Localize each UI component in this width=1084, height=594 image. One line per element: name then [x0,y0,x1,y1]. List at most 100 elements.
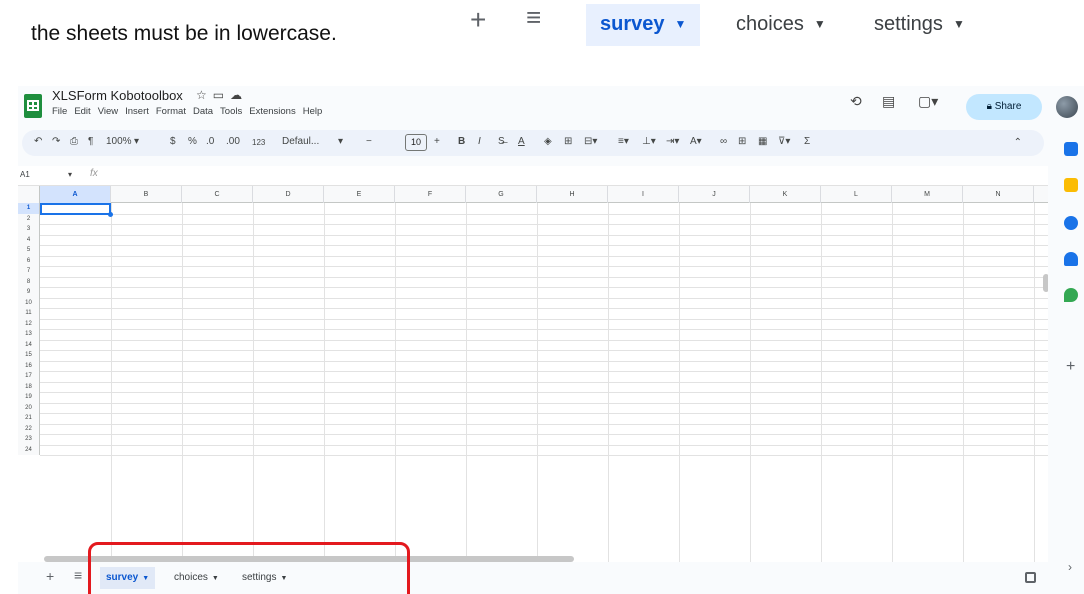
chevron-down-icon[interactable]: ▾ [338,136,343,147]
print-icon[interactable]: ⎙ [70,136,78,147]
italic-button[interactable]: I [478,136,481,147]
row-header-24[interactable]: 24 [18,444,40,455]
plus-icon[interactable]: + [470,4,486,36]
menu-file[interactable]: File [52,106,67,117]
avatar[interactable] [1056,96,1078,118]
column-header-f[interactable]: F [395,186,466,203]
column-header-k[interactable]: K [750,186,821,203]
all-sheets-icon[interactable]: ≡ [74,567,82,583]
row-header-12[interactable]: 12 [18,318,40,329]
percent-format-button[interactable]: % [188,136,197,147]
column-header-n[interactable]: N [963,186,1034,203]
decrease-decimal-button[interactable]: .0 [206,136,214,147]
spreadsheet-grid[interactable]: ABCDEFGHIJKLMN 1 2 3 4 5 6 7 8 9 10 11 12 13 14 15 16 17… [18,186,1048,562]
row-header-8[interactable]: 8 [18,276,40,287]
currency-format-button[interactable]: $ [170,136,176,147]
menu-help[interactable]: Help [303,106,323,117]
vertical-align-icon[interactable]: ⊥▾ [642,136,656,147]
text-color-icon[interactable]: A [518,136,525,147]
bold-button[interactable]: B [458,136,465,147]
row-header-5[interactable]: 5 [18,245,40,256]
collapse-toolbar-icon[interactable]: ⌃ [1014,137,1022,148]
folder-icon[interactable]: ▭ [213,88,230,102]
menu-view[interactable]: View [98,106,118,117]
history-icon[interactable]: ⟲ [850,93,862,110]
row-header-16[interactable]: 16 [18,360,40,371]
menu-tools[interactable]: Tools [220,106,242,117]
row-header-1[interactable]: 1 [18,203,40,214]
menu-insert[interactable]: Insert [125,106,149,117]
chevron-down-icon[interactable]: ▾ [68,170,72,179]
cloud-icon[interactable]: ☁ [230,88,248,102]
minus-icon[interactable]: − [366,136,372,147]
row-header-17[interactable]: 17 [18,371,40,382]
fill-color-icon[interactable]: ◈ [544,136,552,147]
paint-format-icon[interactable]: ¶ [88,136,93,147]
document-title[interactable]: XLSForm Kobotoolbox [52,88,183,103]
font-size-input[interactable]: 10 [405,134,427,151]
row-header-6[interactable]: 6 [18,255,40,266]
vertical-scrollbar[interactable] [1043,274,1048,292]
tasks-icon[interactable] [1064,216,1078,230]
undo-icon[interactable]: ↶ [34,136,42,147]
name-box[interactable]: A1 [20,170,30,179]
meet-icon[interactable]: ▢▾ [918,93,938,110]
add-sheet-icon[interactable]: + [46,568,54,584]
number-format-button[interactable]: 123 [252,138,265,147]
calendar-icon[interactable] [1064,142,1078,156]
column-header-d[interactable]: D [253,186,324,203]
align-left-icon[interactable]: ≡▾ [618,136,629,147]
zoom-select[interactable]: 100% [106,136,132,147]
column-header-a[interactable]: A [40,186,111,203]
chevron-right-icon[interactable]: › [1068,560,1072,574]
row-header-4[interactable]: 4 [18,234,40,245]
menu-edit[interactable]: Edit [74,106,90,117]
row-header-15[interactable]: 15 [18,350,40,361]
filter-icon[interactable]: ⊽▾ [778,136,790,147]
row-header-13[interactable]: 13 [18,329,40,340]
column-header-c[interactable]: C [182,186,253,203]
strikethrough-icon[interactable]: S̶ [498,136,505,147]
column-header-i[interactable]: I [608,186,679,203]
add-ons-plus-icon[interactable]: + [1066,358,1075,376]
increase-decimal-button[interactable]: .00 [226,136,240,147]
column-header-e[interactable]: E [324,186,395,203]
keep-icon[interactable] [1064,178,1078,192]
text-wrap-icon[interactable]: ⇥▾ [666,136,679,147]
select-all-corner[interactable] [18,186,40,203]
row-header-14[interactable]: 14 [18,339,40,350]
explore-icon[interactable] [1025,572,1036,583]
contacts-icon[interactable] [1064,252,1078,266]
menu-format[interactable]: Format [156,106,186,117]
chevron-down-icon[interactable]: ▾ [134,136,139,147]
column-header-m[interactable]: M [892,186,963,203]
functions-icon[interactable]: Σ [804,136,810,147]
sheets-logo-icon[interactable] [24,94,42,118]
row-header-3[interactable]: 3 [18,224,40,235]
star-icon[interactable]: ☆ [196,88,213,102]
menu-data[interactable]: Data [193,106,213,117]
menu-extensions[interactable]: Extensions [249,106,295,117]
chart-icon[interactable]: ▦ [758,136,767,147]
text-rotation-icon[interactable]: A▾ [690,136,702,147]
redo-icon[interactable]: ↷ [52,136,60,147]
row-header-7[interactable]: 7 [18,266,40,277]
row-header-9[interactable]: 9 [18,287,40,298]
row-header-19[interactable]: 19 [18,392,40,403]
column-header-l[interactable]: L [821,186,892,203]
row-header-22[interactable]: 22 [18,423,40,434]
comments-icon[interactable]: ▤ [882,93,895,110]
maps-icon[interactable] [1064,288,1078,302]
menu-icon[interactable]: ≡ [526,2,541,33]
link-icon[interactable]: ∞ [720,136,727,147]
column-header-h[interactable]: H [537,186,608,203]
font-family-select[interactable]: Defaul... [282,136,319,147]
zoomed-tab-survey[interactable]: survey ▼ [586,4,701,46]
active-cell[interactable] [40,203,113,217]
column-header-b[interactable]: B [111,186,182,203]
merge-cells-icon[interactable]: ⊟▾ [584,136,597,147]
row-header-21[interactable]: 21 [18,413,40,424]
share-button[interactable]: 🔒︎ Share [966,94,1042,120]
row-header-18[interactable]: 18 [18,381,40,392]
row-header-2[interactable]: 2 [18,213,40,224]
